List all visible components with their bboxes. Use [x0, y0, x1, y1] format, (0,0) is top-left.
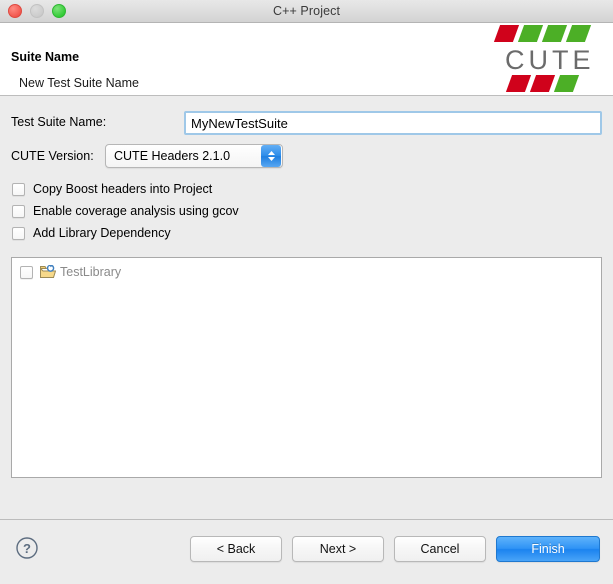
wizard-page-subtitle: New Test Suite Name — [19, 76, 139, 90]
svg-text:?: ? — [23, 541, 31, 556]
zoom-window-button[interactable] — [52, 4, 66, 18]
logo-bottom-stripes — [505, 75, 613, 92]
logo-stripe — [505, 75, 532, 92]
checkbox-icon[interactable] — [12, 182, 25, 196]
help-button[interactable]: ? — [15, 536, 39, 560]
stepper-control[interactable] — [261, 145, 281, 167]
options-checkbox-group: Copy Boost headers into Project Enable c… — [0, 178, 613, 244]
checkbox-enable-gcov-coverage[interactable]: Enable coverage analysis using gcov — [0, 200, 613, 222]
logo-stripe — [565, 25, 592, 42]
cancel-button[interactable]: Cancel — [394, 536, 486, 562]
checkbox-add-library-dependency[interactable]: Add Library Dependency — [0, 222, 613, 244]
suite-name-input[interactable] — [184, 111, 602, 135]
logo-stripe — [517, 25, 544, 42]
cute-version-label: CUTE Version: — [11, 149, 94, 163]
chevron-up-icon — [267, 151, 275, 155]
wizard-header: Suite Name New Test Suite Name CUTE — [0, 23, 613, 96]
wizard-footer: ? < Back Next > Cancel Finish — [0, 519, 613, 584]
checkbox-icon[interactable] — [20, 265, 33, 279]
back-button[interactable]: < Back — [190, 536, 282, 562]
suite-name-label: Test Suite Name: — [11, 115, 107, 129]
finish-button[interactable]: Finish — [496, 536, 600, 562]
checkbox-icon[interactable] — [12, 226, 25, 240]
cpp-project-wizard-window: C++ Project Suite Name New Test Suite Na… — [0, 0, 613, 584]
cute-version-value: CUTE Headers 2.1.0 — [114, 149, 231, 163]
library-list[interactable]: TestLibrary — [11, 257, 602, 478]
checkbox-copy-boost-headers[interactable]: Copy Boost headers into Project — [0, 178, 613, 200]
logo-stripe — [553, 75, 580, 92]
checkbox-label: Copy Boost headers into Project — [33, 182, 213, 196]
window-title: C++ Project — [272, 4, 341, 18]
cute-version-row: CUTE Version: CUTE Headers 2.1.0 — [0, 144, 613, 170]
list-item[interactable]: TestLibrary — [12, 262, 601, 282]
wizard-body: Test Suite Name: CUTE Version: CUTE Head… — [0, 96, 613, 519]
wizard-button-bar: < Back Next > Cancel Finish — [190, 536, 600, 562]
checkbox-icon[interactable] — [12, 204, 25, 218]
chevron-down-icon — [267, 157, 275, 161]
window-controls — [8, 0, 66, 22]
next-button[interactable]: Next > — [292, 536, 384, 562]
list-item-label: TestLibrary — [60, 265, 122, 279]
cute-version-select[interactable]: CUTE Headers 2.1.0 — [105, 144, 283, 168]
minimize-window-button[interactable] — [30, 4, 44, 18]
checkbox-label: Add Library Dependency — [33, 226, 171, 240]
close-window-button[interactable] — [8, 4, 22, 18]
logo-top-stripes — [493, 25, 613, 42]
wizard-page-title: Suite Name — [11, 50, 80, 64]
logo-stripe — [493, 25, 520, 42]
title-bar: C++ Project — [0, 0, 613, 23]
suite-name-row: Test Suite Name: — [0, 111, 613, 137]
logo-stripe — [529, 75, 556, 92]
cute-logo: CUTE — [493, 23, 613, 95]
cute-logo-text: CUTE — [505, 45, 595, 75]
checkbox-label: Enable coverage analysis using gcov — [33, 204, 239, 218]
logo-stripe — [541, 25, 568, 42]
folder-icon — [40, 264, 57, 279]
